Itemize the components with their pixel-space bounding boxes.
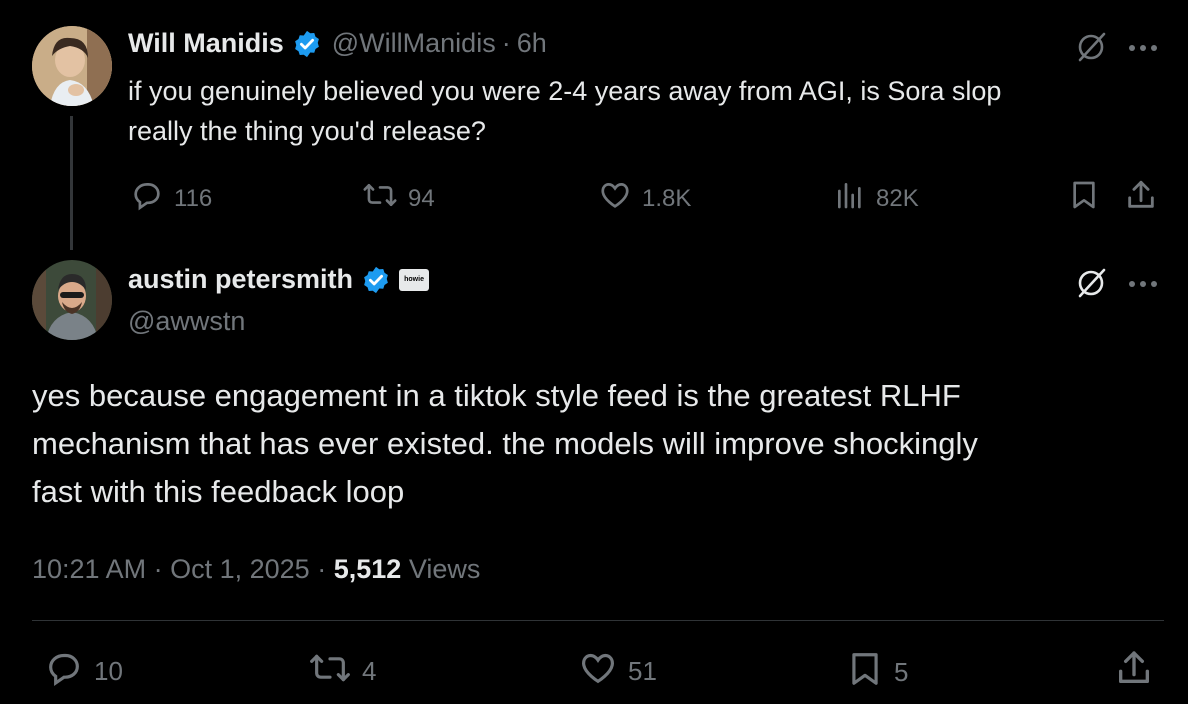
more-icon[interactable]: [1126, 40, 1162, 58]
views-icon: [834, 178, 866, 219]
reply-count: 116: [174, 184, 213, 212]
repost-button[interactable]: 94: [362, 178, 435, 219]
tweet-2-text-line-2: mechanism that has ever existed. the mod…: [32, 426, 978, 461]
author-handle[interactable]: @WillManidis: [332, 28, 496, 59]
views-button[interactable]: 82K: [834, 178, 919, 219]
time-separator: ·: [501, 28, 511, 58]
share-icon: [1124, 178, 1158, 219]
reply-count: 10: [94, 656, 123, 686]
bookmark-icon: [1068, 178, 1100, 219]
meta-separator: ·: [317, 554, 327, 584]
avatar-will-manidis[interactable]: [32, 26, 112, 106]
share-button[interactable]: [1114, 648, 1154, 695]
tweet-1-header: Will Manidis @WillManidis · 6h: [128, 28, 547, 59]
verified-badge-icon: [292, 29, 322, 59]
avatar-austin-petersmith[interactable]: [32, 260, 112, 340]
reply-icon: [44, 648, 84, 695]
post-time[interactable]: 10:21 AM: [32, 554, 146, 584]
author-handle[interactable]: @awwstn: [128, 306, 245, 337]
author-name[interactable]: Will Manidis: [128, 28, 284, 59]
tweet-2-text-line-1: yes because engagement in a tiktok style…: [32, 378, 961, 413]
like-icon: [598, 178, 632, 219]
repost-count: 4: [362, 656, 377, 686]
thread-connector-line: [70, 116, 73, 250]
share-button[interactable]: [1124, 178, 1158, 219]
repost-icon: [308, 648, 352, 695]
meta-separator: ·: [153, 554, 163, 584]
repost-icon: [362, 178, 398, 219]
tweet-2-header: austin petersmith howie: [128, 264, 430, 295]
reply-button[interactable]: 10: [44, 648, 123, 695]
grok-icon[interactable]: [1074, 30, 1108, 69]
like-count: 51: [628, 656, 657, 686]
reply-icon: [130, 178, 164, 219]
affiliate-badge[interactable]: howie: [399, 268, 430, 291]
post-time[interactable]: 6h: [517, 28, 547, 59]
post-date[interactable]: Oct 1, 2025: [170, 554, 310, 584]
bookmark-count: 5: [894, 657, 909, 687]
bookmark-button[interactable]: [1068, 178, 1100, 219]
like-button[interactable]: 51: [578, 648, 657, 695]
author-name[interactable]: austin petersmith: [128, 264, 353, 295]
bookmark-button[interactable]: 5: [846, 648, 908, 697]
tweet-1-text-line-2: really the thing you'd release?: [128, 116, 486, 146]
tweet-2-text-line-3: fast with this feedback loop: [32, 474, 405, 509]
bookmark-icon: [846, 648, 884, 697]
post-metadata: 10:21 AM · Oct 1, 2025 · 5,512 Views: [32, 554, 480, 585]
views-label: Views: [408, 554, 481, 584]
tweet-1-text: if you genuinely believed you were 2-4 y…: [128, 71, 1148, 151]
tweet-1-text-line-1: if you genuinely believed you were 2-4 y…: [128, 76, 1002, 106]
like-count: 1.8K: [642, 184, 692, 212]
views-count: 82K: [876, 184, 919, 212]
like-icon: [578, 648, 618, 695]
grok-icon[interactable]: [1074, 266, 1108, 305]
verified-badge-icon: [361, 265, 391, 295]
divider: [32, 620, 1164, 621]
like-button[interactable]: 1.8K: [598, 178, 691, 219]
reply-button[interactable]: 116: [130, 178, 212, 219]
more-icon[interactable]: [1126, 276, 1162, 294]
tweet-2-text: yes because engagement in a tiktok style…: [32, 372, 1162, 516]
share-icon: [1114, 648, 1154, 695]
views-total: 5,512: [333, 554, 402, 584]
repost-count: 94: [408, 184, 435, 212]
repost-button[interactable]: 4: [308, 648, 376, 695]
